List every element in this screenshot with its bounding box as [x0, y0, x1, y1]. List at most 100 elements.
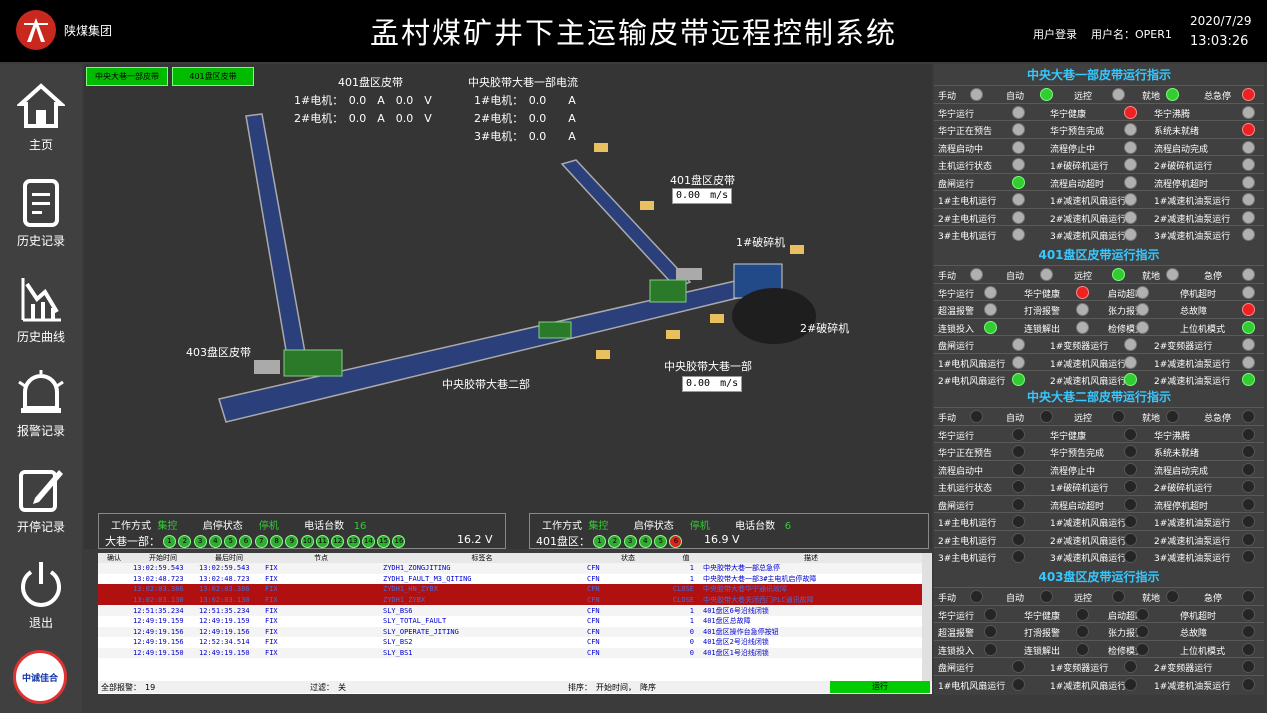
speed-401-field: 0.00 m/s — [672, 188, 732, 204]
indicator-label: 盘闸运行 — [938, 342, 975, 352]
indicator-label: 远控 — [1074, 594, 1093, 604]
alarm-column-header[interactable]: 描述 — [700, 553, 922, 563]
indicator-label: 上位机模式 — [1180, 646, 1226, 657]
indicator-label: 停机超时 — [1180, 289, 1217, 300]
alarm-column-header[interactable]: 状态 — [584, 553, 672, 563]
alarm-cell: 1 — [689, 564, 694, 573]
status-indicator-light — [1012, 105, 1025, 119]
status-indicator-light — [1076, 285, 1089, 299]
status-indicator-light — [1242, 445, 1255, 458]
indicator-label: 2#主电机运行 — [938, 536, 997, 547]
indicator-label: 就地 — [1142, 92, 1161, 102]
label-belt-401: 401盘区皮带 — [670, 174, 735, 187]
indicator-label: 停机超时 — [1180, 611, 1217, 622]
alarm-row[interactable]: 13:02:59.543 13:02:59.543 FIX ZYDH1_ZONGJIT… — [98, 563, 932, 574]
nav-exit[interactable]: 退出 — [0, 560, 82, 650]
indicator-label: 华宁健康 — [1050, 431, 1087, 442]
row-divider — [934, 317, 1264, 319]
indicator-label: 流程启动中 — [938, 466, 984, 477]
indicator-label: 总急停 — [1204, 414, 1232, 424]
indicator-label: 系统未就绪 — [1154, 449, 1200, 459]
nav-start-stop-records[interactable]: 开停记录 — [0, 464, 82, 554]
alarm-column-header[interactable]: 值 — [672, 553, 700, 563]
alarm-cell: SLY_TOTAL_FAULT — [383, 617, 447, 626]
status-indicator-light — [1136, 642, 1149, 656]
row-divider — [934, 494, 1264, 496]
curve-icon — [21, 278, 61, 322]
status-indicator-light — [1012, 140, 1025, 154]
alarm-row[interactable]: 12:49:19.156 12:52:34.514 FIX SLY_BS2 CFN 0 40… — [98, 637, 932, 648]
indicator-label: 2#变频器运行 — [1154, 342, 1213, 352]
phone-circle: 13 — [346, 534, 360, 548]
indicator-label: 3#减速机风扇运行 — [1050, 232, 1127, 242]
alarm-row[interactable]: 12:49:19.150 12:49:19.150 FIX SLY_BS1 CFN 0 40… — [98, 647, 932, 659]
status-indicator-light — [1242, 550, 1255, 563]
row-divider — [934, 604, 1264, 606]
phone-circle: 3 — [193, 534, 207, 548]
alarm-cell: 1 — [689, 617, 694, 626]
indicator-label: 1#变频器运行 — [1050, 664, 1109, 674]
nav-history-curve[interactable]: 历史曲线 — [0, 274, 82, 364]
alarm-row[interactable]: 12:49:19.156 12:49:19.156 FIX SLY_OPERATE_J… — [98, 626, 932, 638]
belt-403[interactable] — [245, 113, 307, 363]
alarm-column-header[interactable]: 确认 — [98, 553, 130, 563]
status-indicator-light — [1012, 373, 1025, 386]
document-icon — [23, 179, 59, 227]
alarm-row[interactable]: 12:49:19.159 12:49:19.159 FIX SLY_TOTAL_FAU… — [98, 615, 932, 627]
alarm-cell: CFN — [587, 606, 600, 615]
status-indicator-light — [1040, 268, 1053, 281]
alarm-table[interactable]: 确认 开始时间 最后时间 节点 标签名 状态值描述 13:02:59.543 13:02:5… — [98, 553, 932, 694]
status-indicator-light — [1012, 193, 1025, 206]
status-indicator-light — [1242, 285, 1255, 299]
indicator-label: 总故障 — [1180, 629, 1208, 639]
phone-circle: 1 — [163, 534, 176, 548]
drive-unit-403[interactable] — [254, 349, 343, 377]
indicator-label: 就地 — [1142, 594, 1161, 604]
row-divider — [934, 407, 1264, 408]
nav-alarm-records[interactable]: 报警记录 — [0, 368, 82, 458]
indicator-label: 华宁健康 — [1050, 109, 1087, 120]
status-indicator-light — [984, 320, 997, 334]
indicator-label: 手动 — [938, 414, 957, 424]
alarm-cell: CFN — [587, 627, 600, 636]
alarm-row[interactable]: 12:51:35.234 12:51:35.234 FIX SLY_BS6 CFN 1 40… — [98, 605, 932, 616]
row-divider — [934, 85, 1264, 86]
edit-icon — [19, 470, 63, 512]
alarm-cell: FIX — [265, 596, 278, 605]
login-link[interactable]: 用户登录 — [1033, 26, 1077, 42]
alarm-table-header: 确认 开始时间 最后时间 节点 标签名 状态值描述 — [98, 553, 932, 563]
row-divider — [934, 639, 1264, 641]
indicator-label: 1#减速机风扇运行 — [1050, 681, 1127, 692]
status-indicator-light — [1242, 140, 1255, 154]
alarm-row[interactable]: 13:02:48.723 13:02:48.723 FIX ZYDH1_FAULT_M… — [98, 573, 932, 585]
indicator-label: 3#减速机风扇运行 — [1050, 554, 1127, 564]
status-indicator-light — [1136, 607, 1149, 621]
status-indicator-light — [1166, 590, 1179, 603]
nav-label: 开停记录 — [16, 520, 65, 534]
indicator-label: 自动 — [1006, 272, 1025, 282]
status-indicator-light — [1242, 303, 1255, 316]
alarm-column-header[interactable]: 节点 — [262, 553, 380, 563]
indicator-label: 1#破碎机运行 — [1050, 162, 1109, 172]
status-indicator-light — [970, 268, 983, 281]
status-indicator-light — [970, 590, 983, 603]
alarm-row[interactable]: 13:02:03.386 13:02:03.386 FIX ZYDH1_HN_ZYBX… — [98, 584, 932, 595]
nav-home[interactable]: 主页 — [0, 82, 82, 172]
alarm-column-header[interactable]: 标签名 — [380, 553, 584, 563]
alarm-cell: FIX — [265, 627, 278, 636]
alarm-column-header[interactable]: 开始时间 — [130, 553, 196, 563]
status-indicator-light — [1012, 532, 1025, 546]
status-indicator-light — [1124, 427, 1137, 441]
alarm-scrollbar[interactable] — [922, 553, 932, 681]
row-divider — [934, 225, 1264, 226]
row-divider — [934, 137, 1264, 139]
nav-history-records[interactable]: 历史记录 — [0, 178, 82, 268]
drive-unit-central-2[interactable] — [538, 321, 572, 339]
start-status-label: 启停状态 — [202, 521, 243, 532]
alarm-row[interactable]: 13:02:03.130 13:02:03.130 FIX ZYDH1_ZYBX CFN… — [98, 594, 932, 606]
status-indicator-light — [1242, 677, 1255, 691]
alarm-column-header[interactable]: 最后时间 — [196, 553, 262, 563]
alarm-cell: 中央胶带大巷一部3#主电机启停故障 — [703, 574, 817, 583]
row-divider — [934, 459, 1264, 461]
alarm-cell: FIX — [265, 617, 278, 626]
